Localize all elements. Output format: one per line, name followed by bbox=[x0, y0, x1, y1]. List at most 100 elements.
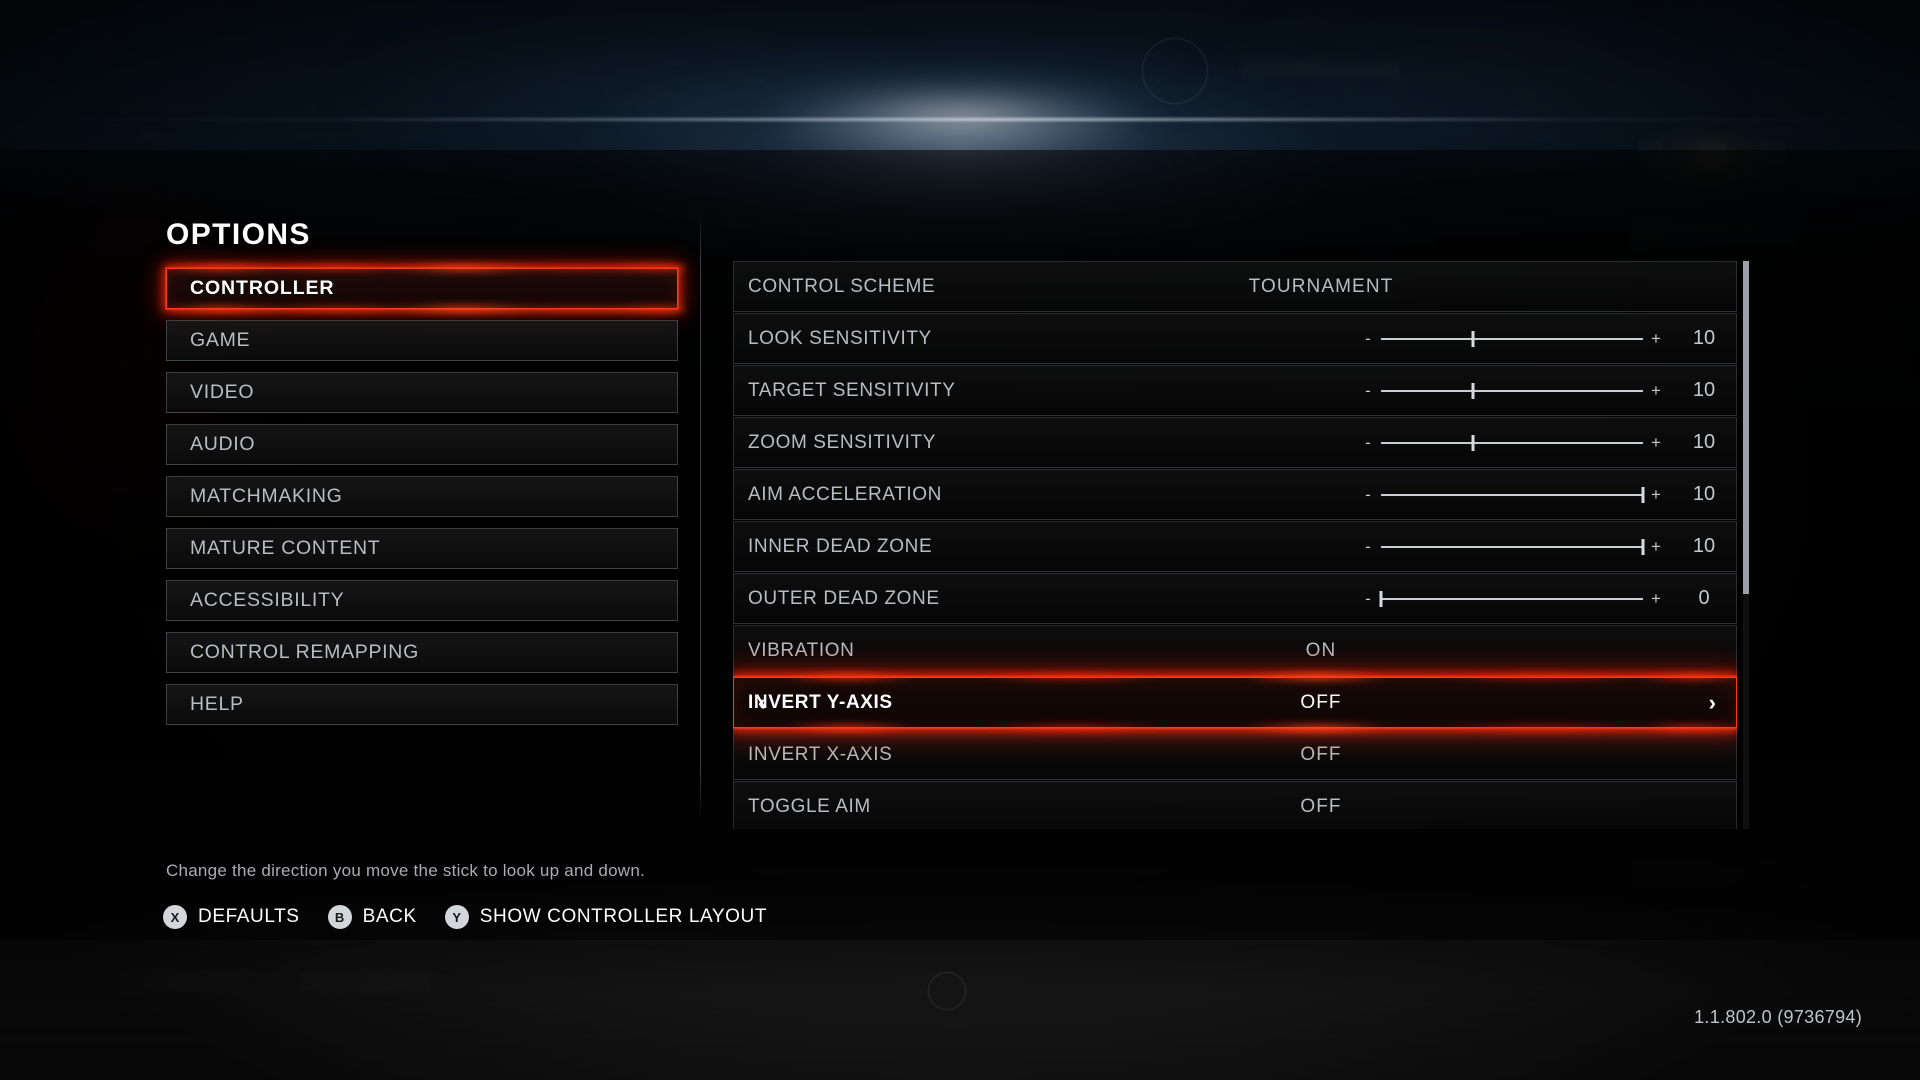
setting-label: TOGGLE AIM bbox=[748, 795, 871, 817]
sidebar-item-controller[interactable]: CONTROLLER bbox=[159, 263, 685, 314]
slider-knob[interactable] bbox=[1641, 486, 1645, 503]
setting-row-toggle-aim[interactable]: TOGGLE AIM OFF bbox=[733, 781, 1737, 829]
setting-description-hint: Change the direction you move the stick … bbox=[166, 861, 646, 880]
prompt-show-controller-layout[interactable]: Y SHOW CONTROLLER LAYOUT bbox=[444, 905, 768, 929]
slider-increment-icon[interactable]: + bbox=[1650, 538, 1662, 555]
setting-value: 10 bbox=[1692, 535, 1716, 557]
background-horizon-line bbox=[0, 118, 1920, 121]
slider-knob[interactable] bbox=[1641, 538, 1645, 555]
setting-row-control-scheme[interactable]: CONTROL SCHEME TOURNAMENT bbox=[733, 261, 1737, 312]
setting-value: OFF bbox=[1300, 795, 1342, 817]
slider-track[interactable] bbox=[1381, 434, 1643, 451]
setting-slider-look-sensitivity[interactable]: - + bbox=[1362, 314, 1662, 363]
button-x-icon: X bbox=[163, 905, 187, 929]
setting-label: LOOK SENSITIVITY bbox=[748, 327, 932, 349]
slider-knob[interactable] bbox=[1471, 330, 1475, 347]
options-sidebar: CONTROLLER GAME VIDEO AUDIO MATCHMAKING MATUR… bbox=[159, 263, 685, 736]
slider-decrement-icon[interactable]: - bbox=[1362, 434, 1374, 451]
selection-glow-bottom bbox=[159, 304, 685, 314]
slider-knob[interactable] bbox=[1471, 382, 1475, 399]
setting-label: OUTER DEAD ZONE bbox=[748, 587, 940, 609]
setting-label: CONTROL SCHEME bbox=[748, 275, 936, 297]
prompt-label: BACK bbox=[362, 906, 417, 927]
setting-row-look-sensitivity[interactable]: LOOK SENSITIVITY - +10 bbox=[733, 313, 1737, 364]
sidebar-item-label: HELP bbox=[190, 693, 244, 715]
slider-track[interactable] bbox=[1381, 486, 1645, 503]
sidebar-item-label: MATURE CONTENT bbox=[190, 537, 381, 559]
setting-value: 0 bbox=[1698, 587, 1710, 609]
prompt-label: DEFAULTS bbox=[198, 906, 300, 927]
setting-slider-target-sensitivity[interactable]: - + bbox=[1362, 366, 1662, 415]
slider-increment-icon[interactable]: + bbox=[1650, 382, 1662, 399]
slider-decrement-icon[interactable]: - bbox=[1362, 538, 1374, 555]
sidebar-item-video[interactable]: VIDEO bbox=[166, 372, 678, 413]
setting-label: INVERT X-AXIS bbox=[748, 743, 893, 765]
background-hud-emblem bbox=[1142, 38, 1208, 104]
slider-track[interactable] bbox=[1381, 538, 1645, 555]
sidebar-item-label: GAME bbox=[190, 329, 251, 351]
setting-row-invert-x-axis[interactable]: INVERT X-AXIS OFF bbox=[733, 729, 1737, 780]
sidebar-item-label: MATCHMAKING bbox=[190, 485, 343, 507]
sidebar-item-label: VIDEO bbox=[190, 381, 255, 403]
setting-slider-outer-dead-zone[interactable]: - + bbox=[1362, 574, 1662, 623]
prompt-back[interactable]: B BACK bbox=[327, 905, 417, 929]
setting-value: 10 bbox=[1692, 483, 1716, 505]
slider-knob[interactable] bbox=[1379, 590, 1383, 607]
setting-value: 10 bbox=[1692, 327, 1716, 349]
slider-increment-icon[interactable]: + bbox=[1650, 330, 1662, 347]
slider-knob[interactable] bbox=[1471, 434, 1475, 451]
setting-slider-inner-dead-zone[interactable]: - + bbox=[1362, 522, 1662, 571]
setting-row-aim-acceleration[interactable]: AIM ACCELERATION - +10 bbox=[733, 469, 1737, 520]
sidebar-item-help[interactable]: HELP bbox=[166, 684, 678, 725]
button-y-icon: Y bbox=[444, 905, 469, 929]
panel-divider bbox=[700, 212, 701, 820]
setting-value: ON bbox=[1305, 639, 1337, 661]
setting-label: TARGET SENSITIVITY bbox=[748, 379, 956, 401]
sidebar-item-audio[interactable]: AUDIO bbox=[166, 424, 678, 465]
setting-value: 10 bbox=[1692, 431, 1716, 453]
sidebar-item-label: CONTROLLER bbox=[190, 277, 335, 299]
prompt-defaults[interactable]: X DEFAULTS bbox=[163, 905, 300, 929]
slider-decrement-icon[interactable]: - bbox=[1362, 382, 1374, 399]
sidebar-item-label: AUDIO bbox=[190, 433, 256, 455]
background-hud-text-a bbox=[1240, 62, 1400, 79]
setting-slider-zoom-sensitivity[interactable]: - + bbox=[1362, 418, 1662, 467]
sidebar-item-control-remapping[interactable]: CONTROL REMAPPING bbox=[166, 632, 678, 673]
chevron-left-icon[interactable]: ‹ bbox=[758, 678, 765, 727]
version-label: 1.1.802.0 (9736794) bbox=[1694, 1007, 1862, 1027]
sidebar-item-mature-content[interactable]: MATURE CONTENT bbox=[166, 528, 678, 569]
setting-row-inner-dead-zone[interactable]: INNER DEAD ZONE - +10 bbox=[733, 521, 1737, 572]
prompt-label: SHOW CONTROLLER LAYOUT bbox=[479, 906, 768, 927]
slider-decrement-icon[interactable]: - bbox=[1362, 590, 1374, 607]
game-options-screen: OPTIONS CONTROLLER GAME VIDEO AUDIO MATCHMAK… bbox=[0, 0, 1920, 1080]
slider-track[interactable] bbox=[1379, 590, 1643, 607]
slider-track[interactable] bbox=[1381, 382, 1643, 399]
setting-label: INNER DEAD ZONE bbox=[748, 535, 933, 557]
setting-label: VIBRATION bbox=[748, 639, 855, 661]
setting-value: 10 bbox=[1692, 379, 1716, 401]
setting-label: AIM ACCELERATION bbox=[748, 483, 943, 505]
slider-increment-icon[interactable]: + bbox=[1650, 486, 1662, 503]
slider-decrement-icon[interactable]: - bbox=[1362, 486, 1374, 503]
setting-row-invert-y-axis[interactable]: INVERT Y-AXIS OFF ‹ › bbox=[733, 672, 1737, 733]
slider-decrement-icon[interactable]: - bbox=[1362, 330, 1374, 347]
chevron-right-icon[interactable]: › bbox=[1709, 678, 1716, 727]
button-b-icon: B bbox=[327, 905, 352, 929]
slider-increment-icon[interactable]: + bbox=[1650, 590, 1662, 607]
setting-row-zoom-sensitivity[interactable]: ZOOM SENSITIVITY - +10 bbox=[733, 417, 1737, 468]
setting-row-target-sensitivity[interactable]: TARGET SENSITIVITY - +10 bbox=[733, 365, 1737, 416]
setting-slider-aim-acceleration[interactable]: - + bbox=[1362, 470, 1662, 519]
sidebar-item-label: CONTROL REMAPPING bbox=[190, 641, 419, 663]
setting-label: ZOOM SENSITIVITY bbox=[748, 431, 937, 453]
sidebar-item-accessibility[interactable]: ACCESSIBILITY bbox=[166, 580, 678, 621]
slider-track[interactable] bbox=[1381, 330, 1643, 347]
setting-row-outer-dead-zone[interactable]: OUTER DEAD ZONE - +0 bbox=[733, 573, 1737, 624]
slider-increment-icon[interactable]: + bbox=[1650, 434, 1662, 451]
settings-list: CONTROL SCHEME TOURNAMENT LOOK SENSITIVITY… bbox=[733, 261, 1737, 829]
sidebar-item-game[interactable]: GAME bbox=[166, 320, 678, 361]
sidebar-item-matchmaking[interactable]: MATCHMAKING bbox=[166, 476, 678, 517]
setting-row-vibration[interactable]: VIBRATION ON bbox=[733, 625, 1737, 676]
sidebar-item-label: ACCESSIBILITY bbox=[190, 589, 345, 611]
button-prompt-bar: X DEFAULTS B BACK Y SHOW CONTROLLER LAYOUT bbox=[163, 905, 795, 929]
settings-scrollbar-thumb[interactable] bbox=[1743, 261, 1749, 594]
